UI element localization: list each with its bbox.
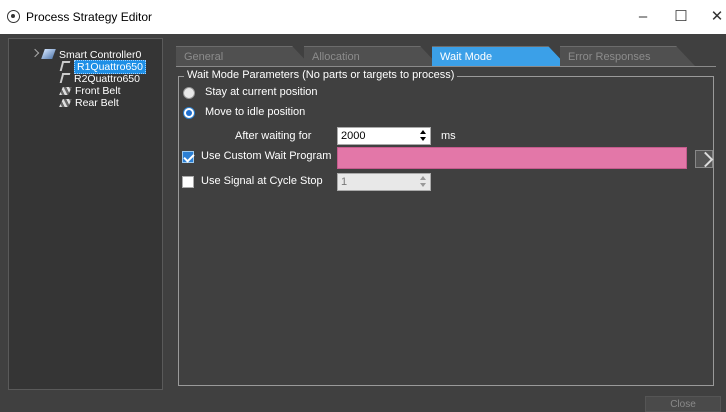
close-window-button[interactable]: ✕ <box>706 6 726 28</box>
signal-cycle-stop-label: Use Signal at Cycle Stop <box>201 175 323 187</box>
browse-program-button[interactable] <box>695 150 713 168</box>
minimize-button[interactable]: – <box>632 6 654 28</box>
wait-time-value: 2000 <box>341 130 366 142</box>
stay-position-label: Stay at current position <box>205 86 318 98</box>
group-title: Wait Mode Parameters (No parts or target… <box>184 69 458 81</box>
tree-item-label: R1Quattro650 <box>74 60 146 74</box>
signal-number-value: 1 <box>341 176 348 188</box>
title-bar: Process Strategy Editor – ☐ ✕ <box>0 0 726 34</box>
idle-position-label: Move to idle position <box>205 106 306 118</box>
belt-icon <box>59 87 72 95</box>
tab-wait-mode[interactable]: Wait Mode <box>432 46 567 66</box>
wait-mode-group <box>178 76 714 386</box>
wait-time-unit: ms <box>441 130 456 142</box>
stay-position-radio[interactable] <box>183 87 195 99</box>
controller-icon <box>41 49 56 59</box>
app-icon <box>7 10 20 23</box>
spin-arrows-icon <box>420 176 427 188</box>
tab-error-responses[interactable]: Error Responses <box>560 46 695 66</box>
idle-position-radio[interactable] <box>183 107 195 119</box>
tree-item-r1quattro650[interactable]: R1Quattro650 <box>59 60 146 74</box>
signal-number-stepper: 1 <box>337 173 431 191</box>
tab-allocation[interactable]: Allocation <box>304 46 439 66</box>
robot-icon <box>59 73 71 83</box>
tree-item-front-belt[interactable]: Front Belt <box>59 85 121 97</box>
custom-wait-program-checkbox[interactable] <box>182 151 194 163</box>
close-button[interactable]: Close <box>645 396 721 412</box>
robot-icon <box>59 61 71 71</box>
footer-bar <box>0 390 726 412</box>
signal-cycle-stop-checkbox[interactable] <box>182 176 194 188</box>
tree-item-label: Front Belt <box>75 85 121 97</box>
window-title: Process Strategy Editor <box>26 10 153 24</box>
tree-item-rear-belt[interactable]: Rear Belt <box>59 97 119 109</box>
custom-wait-program-label: Use Custom Wait Program <box>201 150 332 162</box>
tab-divider <box>176 66 716 67</box>
after-waiting-label: After waiting for <box>235 130 312 142</box>
tree-item-label: R2Quattro650 <box>74 73 140 85</box>
tree-expand-icon[interactable] <box>30 48 40 58</box>
wait-time-stepper[interactable]: 2000 <box>337 127 431 145</box>
editor-body: Smart Controller0 R1Quattro650 R2Quattro… <box>0 34 726 412</box>
tab-general[interactable]: General <box>176 46 311 66</box>
custom-wait-program-field[interactable] <box>337 147 687 169</box>
tree-item-label: Rear Belt <box>75 97 119 109</box>
tab-bar: General Allocation Wait Mode Error Respo… <box>176 46 716 66</box>
maximize-button[interactable]: ☐ <box>670 6 692 28</box>
tree-item-r2quattro650[interactable]: R2Quattro650 <box>59 73 140 85</box>
robot-tree-panel: Smart Controller0 R1Quattro650 R2Quattro… <box>8 38 163 390</box>
spin-arrows-icon[interactable] <box>420 130 427 142</box>
belt-icon <box>59 99 72 107</box>
